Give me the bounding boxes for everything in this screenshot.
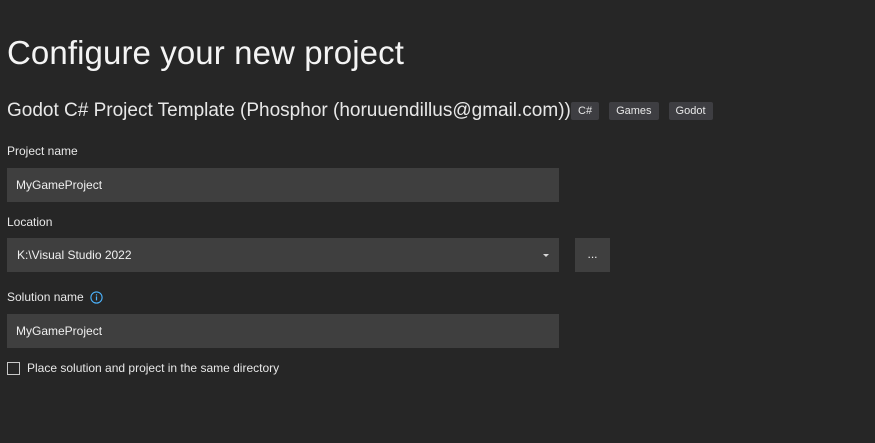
- project-name-label-text: Project name: [7, 144, 78, 158]
- same-directory-checkbox[interactable]: [7, 361, 20, 375]
- location-value: K:\Visual Studio 2022: [17, 248, 132, 262]
- location-dropdown[interactable]: K:\Visual Studio 2022: [7, 238, 559, 272]
- solution-name-input[interactable]: [7, 314, 559, 348]
- info-icon[interactable]: [90, 290, 103, 304]
- location-label-text: Location: [7, 215, 53, 229]
- chevron-down-icon[interactable]: [543, 253, 549, 257]
- location-label: Location: [7, 215, 52, 229]
- same-directory-label: Place solution and project in the same d…: [27, 361, 280, 375]
- project-name-input[interactable]: [7, 168, 559, 202]
- tag-godot: Godot: [668, 102, 713, 120]
- project-name-label: Project name: [7, 144, 78, 158]
- template-name: Godot C# Project Template (Phosphor (hor…: [7, 100, 571, 121]
- page-title: Configure your new project: [7, 34, 404, 71]
- solution-name-label-text: Solution name: [7, 290, 84, 304]
- configure-project-dialog: Configure your new project Godot C# Proj…: [0, 0, 875, 443]
- same-directory-option[interactable]: Place solution and project in the same d…: [7, 361, 279, 375]
- solution-name-label: Solution name: [7, 290, 103, 304]
- tag-csharp: C#: [571, 102, 600, 120]
- browse-button[interactable]: ...: [575, 238, 610, 272]
- tag-games: Games: [609, 102, 659, 120]
- template-tags: C# Games Godot: [571, 102, 713, 120]
